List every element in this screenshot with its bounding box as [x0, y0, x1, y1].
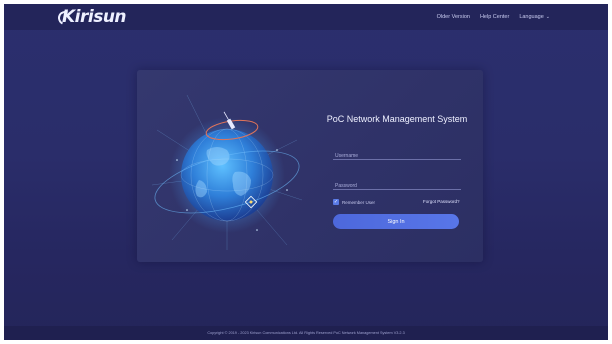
forgot-password-link[interactable]: Forgot Password?: [423, 199, 460, 204]
password-input[interactable]: [333, 178, 461, 194]
language-label: Language: [519, 14, 544, 20]
footer-copyright: Copyright © 2019 - 2023 Kirisun Communic…: [4, 326, 608, 340]
username-input[interactable]: [333, 148, 461, 164]
remember-user-option[interactable]: ✓ Remember User: [333, 199, 375, 205]
password-field-container: [333, 174, 461, 194]
top-nav-links: Older Version Help Center Language ⌄: [437, 4, 550, 30]
globe-illustration: [147, 90, 307, 250]
chevron-down-icon: ⌄: [545, 14, 550, 20]
remember-checkbox[interactable]: ✓: [333, 199, 339, 205]
system-title: PoC Network Management System: [326, 114, 468, 124]
brand-logo[interactable]: Kirisun: [56, 7, 127, 27]
login-card: PoC Network Management System ✓ Remember…: [137, 70, 483, 262]
login-page: Kirisun Older Version Help Center Langua…: [4, 4, 608, 340]
language-dropdown[interactable]: Language ⌄: [519, 14, 550, 20]
top-navigation-bar: Kirisun Older Version Help Center Langua…: [4, 4, 608, 30]
older-version-link[interactable]: Older Version: [437, 14, 470, 20]
remember-label: Remember User: [342, 199, 376, 205]
sign-in-button[interactable]: Sign In: [333, 214, 459, 229]
help-center-link[interactable]: Help Center: [480, 14, 509, 20]
globe-icon: [151, 94, 303, 250]
username-field-container: [333, 144, 461, 164]
